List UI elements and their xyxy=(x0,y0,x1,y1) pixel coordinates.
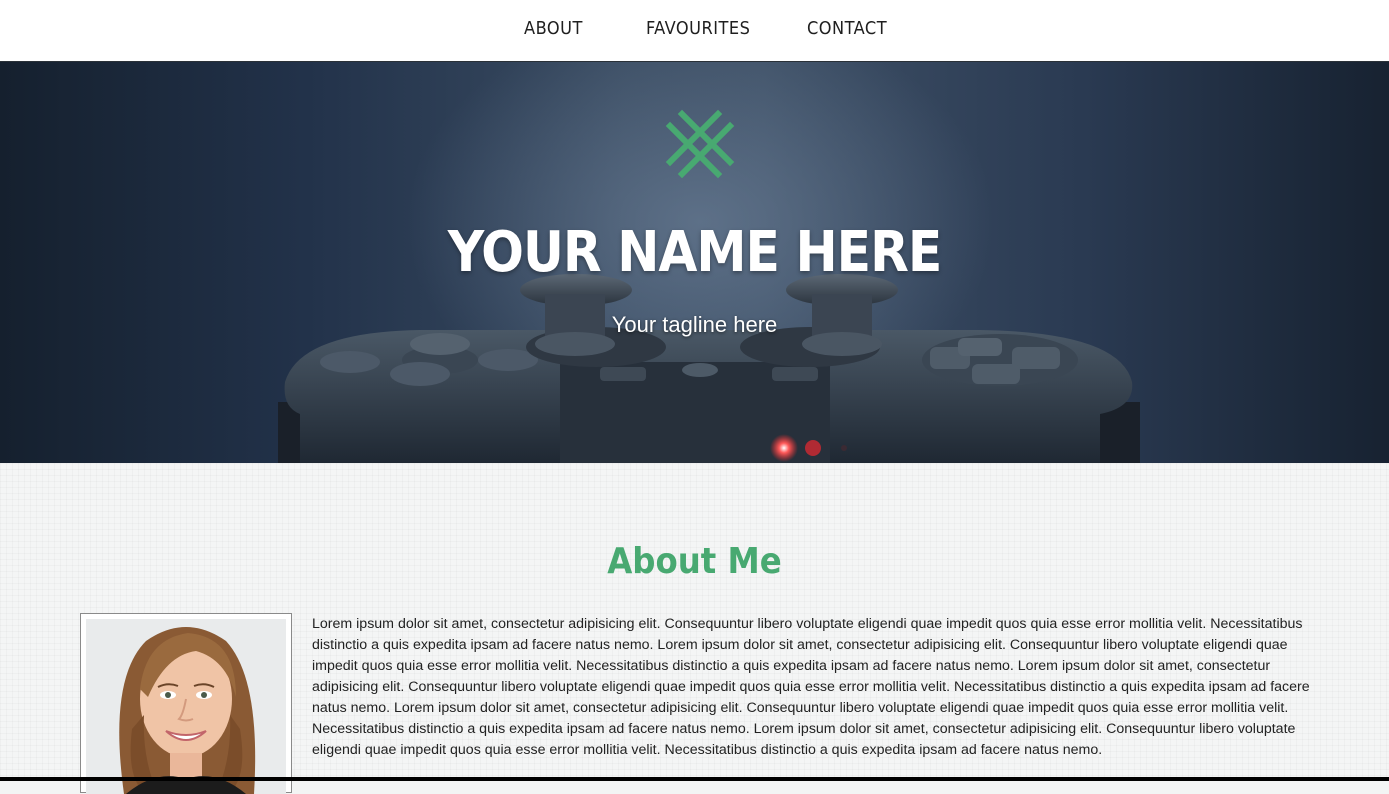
nav-item-contact[interactable]: CONTACT xyxy=(807,18,887,39)
about-section: About Me Lorem ipsum dolor sit amet, con… xyxy=(0,463,1389,794)
top-navigation: ABOUT FAVOURITES CONTACT xyxy=(0,0,1389,62)
hero-title: YOUR NAME HERE xyxy=(447,220,943,285)
hero-tagline: Your tagline here xyxy=(611,312,778,337)
nav-item-about[interactable]: ABOUT xyxy=(524,18,583,39)
hero-banner: YOUR NAME HERE Your tagline here xyxy=(0,62,1389,463)
about-body-text: Lorem ipsum dolor sit amet, consectetur … xyxy=(312,616,1310,758)
crosshatch-logo-icon xyxy=(665,109,735,179)
profile-photo xyxy=(86,619,286,794)
nav-item-favourites[interactable]: FAVOURITES xyxy=(646,18,750,39)
about-heading: About Me xyxy=(607,541,782,582)
window-bottom-edge xyxy=(0,777,1389,781)
profile-photo-frame xyxy=(80,613,292,794)
